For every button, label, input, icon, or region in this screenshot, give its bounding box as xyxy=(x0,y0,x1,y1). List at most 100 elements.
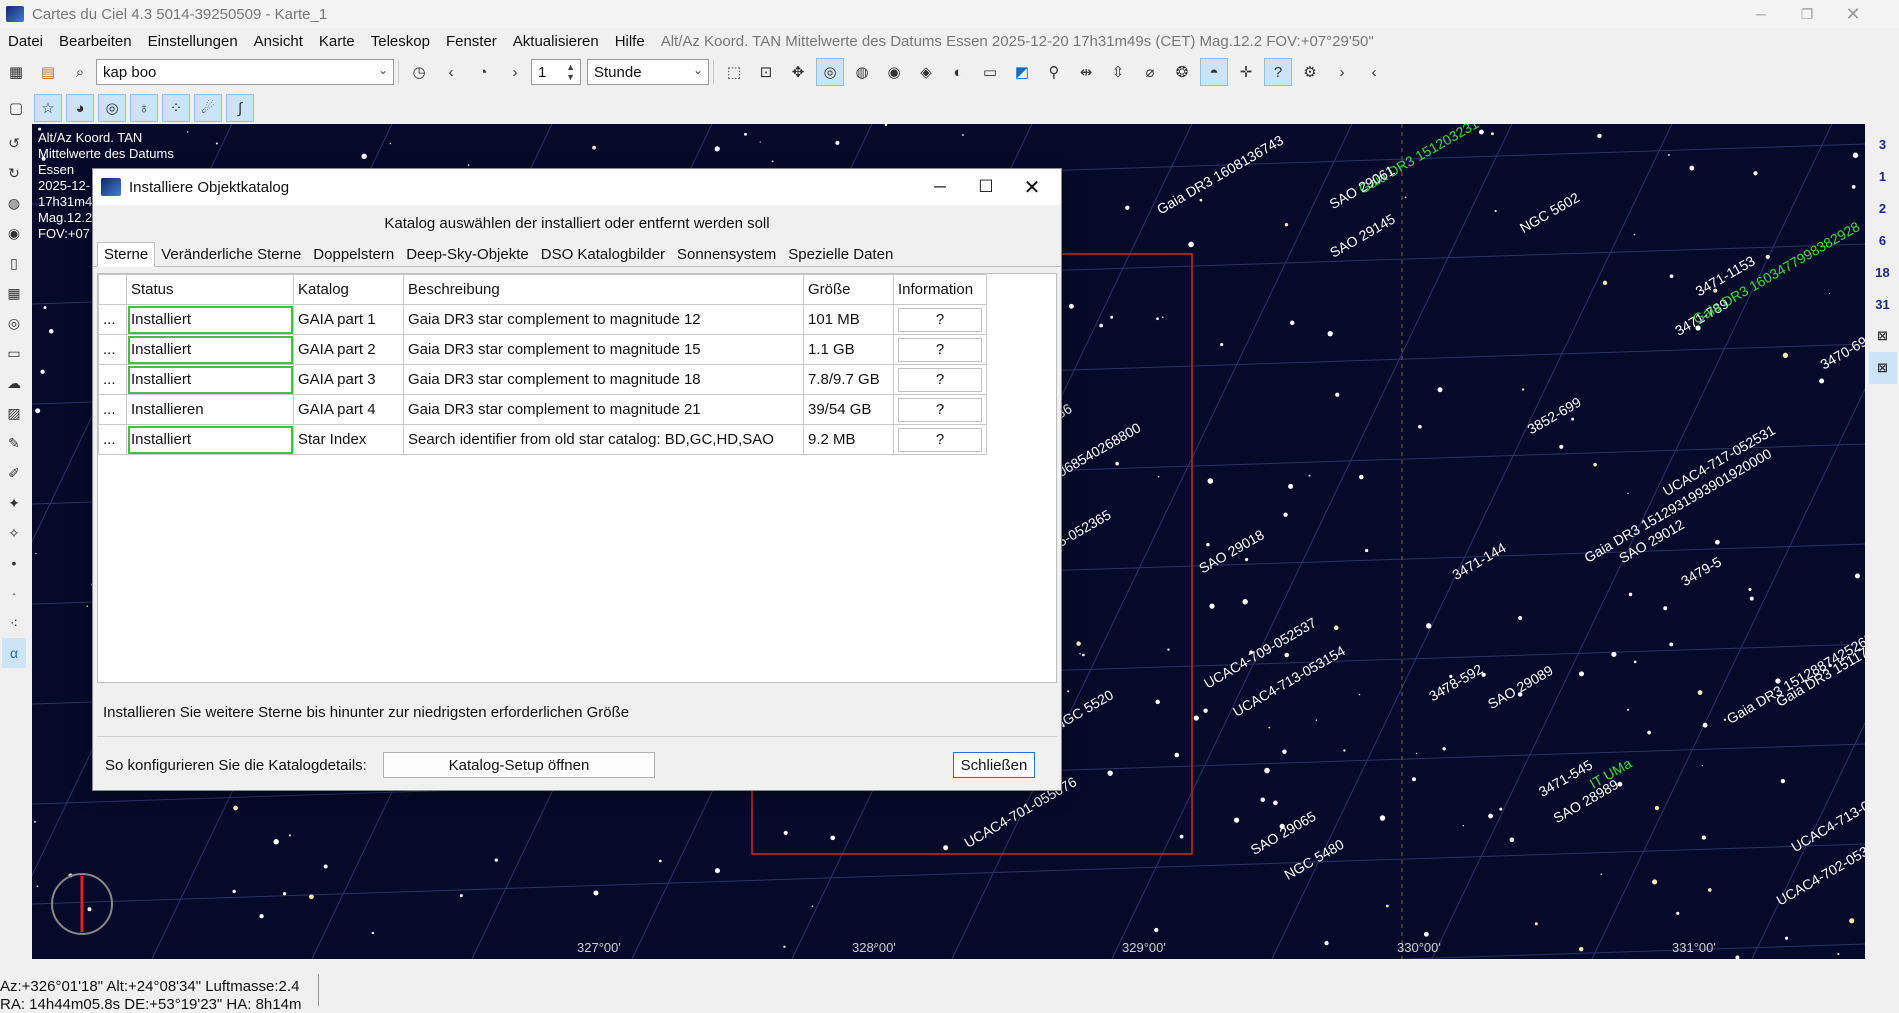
maximize-icon[interactable]: ❐ xyxy=(1784,0,1830,28)
row-action-button[interactable]: ... xyxy=(98,394,127,425)
flip-vertical-icon[interactable]: ⇳ xyxy=(1104,58,1132,86)
rotate-right-icon[interactable]: ↻ xyxy=(2,158,26,188)
milky-way-icon[interactable]: ∫ xyxy=(226,94,254,122)
tab-sonnensystem[interactable]: Sonnensystem xyxy=(671,243,782,266)
info-button[interactable]: ? xyxy=(898,397,982,422)
tab-spezielle-daten[interactable]: Spezielle Daten xyxy=(782,243,899,266)
nebula-toggle-icon[interactable]: ♁ xyxy=(130,94,158,122)
dot-icon[interactable]: • xyxy=(2,548,26,578)
star-small-icon[interactable]: ✦ xyxy=(2,488,26,518)
forward-icon[interactable]: › xyxy=(1328,58,1356,86)
info-button[interactable]: ? xyxy=(898,367,982,392)
menu-karte[interactable]: Karte xyxy=(311,33,363,50)
zoom-level-18[interactable]: 18 xyxy=(1869,256,1897,288)
menu-bearbeiten[interactable]: Bearbeiten xyxy=(51,33,140,50)
stars-icon[interactable]: ☆ xyxy=(34,94,62,122)
zoom-tool-icon[interactable]: ⊠ xyxy=(1869,320,1897,352)
search-input[interactable]: kap boo ⌄ xyxy=(96,59,394,85)
close-button[interactable]: Schließen xyxy=(953,752,1035,778)
zoom-level-2[interactable]: 2 xyxy=(1869,192,1897,224)
row-action-button[interactable]: ... xyxy=(98,424,127,455)
column-header-katalog[interactable]: Katalog xyxy=(293,274,404,305)
brush-icon[interactable]: ✐ xyxy=(2,458,26,488)
dialog-maximize-icon[interactable]: ☐ xyxy=(963,173,1009,201)
rotate-left-icon[interactable]: ↺ xyxy=(2,128,26,158)
close-icon[interactable]: ✕ xyxy=(1830,0,1876,28)
small-dot-icon[interactable]: · xyxy=(2,578,26,608)
step-forward-icon[interactable]: › xyxy=(501,58,529,86)
star-tiny-icon[interactable]: ✧ xyxy=(2,518,26,548)
menu-hilfe[interactable]: Hilfe xyxy=(607,33,653,50)
dialog-close-icon[interactable]: ✕ xyxy=(1009,173,1055,201)
menu-fenster[interactable]: Fenster xyxy=(438,33,505,50)
time-unit-select[interactable]: Stunde ⌄ xyxy=(587,59,709,85)
column-header-information[interactable]: Information xyxy=(893,274,987,305)
tab-sterne[interactable]: Sterne xyxy=(97,242,156,267)
minimize-icon[interactable]: ─ xyxy=(1738,0,1784,28)
catalog-icon[interactable]: ▤ xyxy=(34,58,62,86)
search-icon[interactable]: ⌕ xyxy=(66,58,94,86)
menu-aktualisieren[interactable]: Aktualisieren xyxy=(505,33,607,50)
galaxy-icon[interactable]: ◐ xyxy=(944,58,972,86)
tab-deep-sky-objekte[interactable]: Deep-Sky-Objekte xyxy=(400,243,535,266)
comet-icon[interactable]: ☄ xyxy=(194,94,222,122)
zoom-level-1[interactable]: 1 xyxy=(1869,160,1897,192)
clock-icon[interactable]: ◷ xyxy=(405,58,433,86)
help-icon[interactable]: ? xyxy=(1264,58,1292,86)
zoom-level-3[interactable]: 3 xyxy=(1869,128,1897,160)
monitor-icon[interactable]: ▭ xyxy=(2,338,26,368)
constellation-icon[interactable]: ⁘ xyxy=(162,94,190,122)
row-status[interactable]: Installiert xyxy=(126,334,294,365)
picture-icon[interactable]: ▨ xyxy=(2,398,26,428)
info-button[interactable]: ? xyxy=(898,337,982,362)
zoom-area-icon[interactable]: ⊡ xyxy=(752,58,780,86)
row-action-button[interactable]: ... xyxy=(98,364,127,395)
planet-icon[interactable]: ◍ xyxy=(848,58,876,86)
chevron-down-icon[interactable]: ⌄ xyxy=(693,63,703,77)
zoom-tool-selected-icon[interactable]: ⊠ xyxy=(1868,352,1897,384)
image-icon[interactable]: ◩ xyxy=(1008,58,1036,86)
double-star-icon[interactable]: ◎ xyxy=(98,94,126,122)
eye-icon[interactable]: ◉ xyxy=(2,218,26,248)
tab-dso-katalogbilder[interactable]: DSO Katalogbilder xyxy=(535,243,671,266)
new-chart-icon[interactable]: ▢ xyxy=(2,94,30,122)
alpha-icon[interactable]: α xyxy=(2,638,26,668)
tab-veraenderliche-sterne[interactable]: Veränderliche Sterne xyxy=(155,243,307,266)
menu-ansicht[interactable]: Ansicht xyxy=(246,33,311,50)
row-action-button[interactable]: ... xyxy=(98,304,127,335)
row-action-button[interactable]: ... xyxy=(98,334,127,365)
catalog-setup-button[interactable]: Katalog-Setup öffnen xyxy=(383,752,655,778)
dialog-minimize-icon[interactable]: ─ xyxy=(917,173,963,201)
row-status[interactable]: Installiert xyxy=(126,424,294,455)
move-icon[interactable]: ✥ xyxy=(784,58,812,86)
compass-icon[interactable]: ❂ xyxy=(1168,58,1196,86)
calendar-icon[interactable]: ▦ xyxy=(2,58,30,86)
zoom-level-31[interactable]: 31 xyxy=(1869,288,1897,320)
grid-icon[interactable]: ▭ xyxy=(976,58,1004,86)
menu-teleskop[interactable]: Teleskop xyxy=(363,33,438,50)
variable-star-icon[interactable]: ◕ xyxy=(66,94,94,122)
settings-icon[interactable]: ⚙ xyxy=(1296,58,1324,86)
circle-icon[interactable]: ◎ xyxy=(2,308,26,338)
chevron-down-icon[interactable]: ⌄ xyxy=(378,63,388,77)
panel-icon[interactable]: ▯ xyxy=(2,248,26,278)
column-header-beschreibung[interactable]: Beschreibung xyxy=(403,274,804,305)
back-icon[interactable]: ‹ xyxy=(1360,58,1388,86)
globe-icon[interactable]: ◍ xyxy=(2,188,26,218)
select-area-icon[interactable]: ⬚ xyxy=(720,58,748,86)
info-button[interactable]: ? xyxy=(898,427,982,452)
marker-icon[interactable]: ⚲ xyxy=(1040,58,1068,86)
target-icon[interactable]: ◎ xyxy=(816,58,844,86)
row-status[interactable]: Installiert xyxy=(126,304,294,335)
row-status[interactable]: Installiert xyxy=(126,364,294,395)
flip-horizontal-icon[interactable]: ⇹ xyxy=(1072,58,1100,86)
time-now-icon[interactable]: ◔ xyxy=(469,58,497,86)
spinner-icon[interactable]: ▲ ▼ xyxy=(566,62,575,82)
cluster-icon[interactable]: ⁖ xyxy=(2,608,26,638)
column-header-groesse[interactable]: Größe xyxy=(803,274,894,305)
paint-icon[interactable]: ✎ xyxy=(2,428,26,458)
menu-datei[interactable]: Datei xyxy=(0,33,51,50)
star-icon[interactable]: ◉ xyxy=(880,58,908,86)
cloud-icon[interactable]: ☁ xyxy=(2,368,26,398)
row-status[interactable]: Installieren xyxy=(126,394,294,425)
